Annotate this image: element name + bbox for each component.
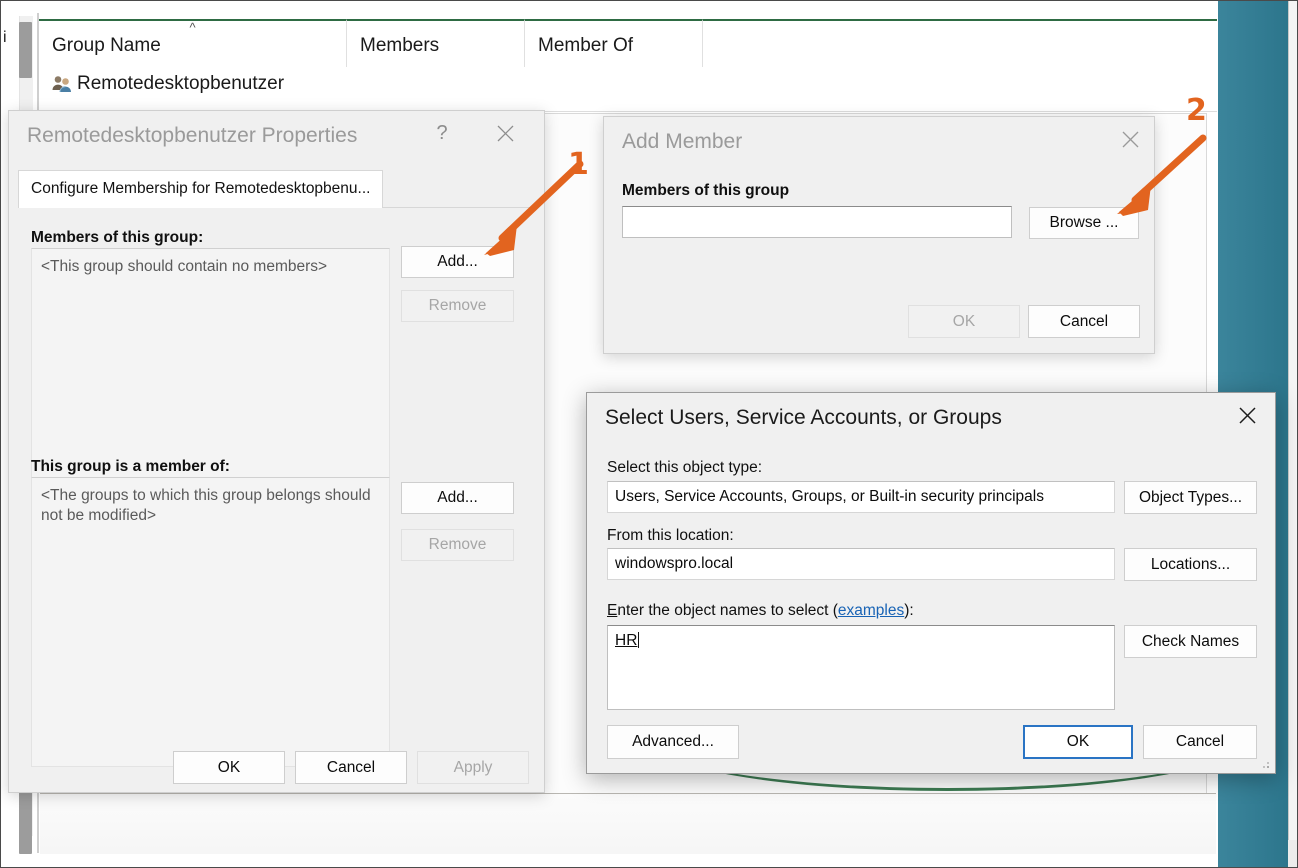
add-member-ok-button: OK — [908, 305, 1020, 338]
help-button[interactable]: ? — [419, 111, 465, 155]
properties-remove-memberof-button: Remove — [401, 529, 514, 561]
object-names-label-text: nter the object names to select ( — [617, 602, 838, 619]
text-caret — [638, 632, 640, 648]
close-icon — [1238, 406, 1256, 424]
object-type-label: Select this object type: — [607, 459, 763, 476]
add-member-dialog: Add Member Members of this group Browse … — [603, 116, 1155, 354]
object-names-input-value: HR — [615, 632, 638, 649]
object-names-label-suffix: ): — [904, 602, 914, 619]
annotation-number-1: 1 — [568, 147, 589, 182]
select-users-close-button[interactable] — [1224, 393, 1270, 437]
select-users-title: Select Users, Service Accounts, or Group… — [605, 406, 1002, 429]
select-users-cancel-button[interactable]: Cancel — [1143, 725, 1257, 759]
resize-grip-icon[interactable] — [1259, 758, 1271, 770]
select-users-dialog: Select Users, Service Accounts, or Group… — [586, 392, 1276, 774]
question-mark-icon: ? — [436, 121, 448, 144]
add-member-cancel-button[interactable]: Cancel — [1028, 305, 1140, 338]
properties-dialog: Remotedesktopbenutzer Properties ? Confi… — [8, 110, 545, 793]
close-icon — [497, 125, 513, 141]
properties-dialog-title: Remotedesktopbenutzer Properties — [27, 124, 358, 147]
properties-tabstrip: Configure Membership for Remotedesktopbe… — [18, 169, 535, 208]
check-names-button[interactable]: Check Names — [1124, 625, 1257, 658]
properties-remove-members-button: Remove — [401, 290, 514, 322]
select-users-ok-button[interactable]: OK — [1023, 725, 1133, 759]
member-of-empty-text: <The groups to which this group belongs … — [41, 487, 371, 524]
location-label: From this location: — [607, 527, 734, 544]
object-types-button[interactable]: Object Types... — [1124, 481, 1257, 514]
member-of-listbox[interactable]: <The groups to which this group belongs … — [31, 477, 390, 767]
object-names-label: Enter the object names to select (exampl… — [607, 602, 914, 620]
properties-dialog-titlebar[interactable]: Remotedesktopbenutzer Properties ? — [9, 111, 544, 163]
add-member-field-label: Members of this group — [622, 182, 790, 199]
properties-close-button[interactable] — [482, 111, 528, 155]
properties-add-members-button[interactable]: Add... — [401, 246, 514, 278]
members-empty-text: <This group should contain no members> — [41, 258, 328, 275]
members-of-group-label: Members of this group: — [31, 229, 204, 246]
locations-button[interactable]: Locations... — [1124, 548, 1257, 581]
examples-link[interactable]: examples — [838, 602, 904, 619]
properties-ok-button[interactable]: OK — [173, 751, 285, 784]
select-users-titlebar[interactable]: Select Users, Service Accounts, or Group… — [587, 393, 1275, 445]
add-member-titlebar[interactable]: Add Member — [604, 117, 1154, 169]
add-member-close-button[interactable] — [1107, 117, 1153, 161]
location-value[interactable]: windowspro.local — [607, 548, 1115, 580]
close-icon — [1122, 131, 1138, 147]
add-member-title: Add Member — [622, 130, 743, 153]
member-of-label: This group is a member of: — [31, 458, 230, 475]
tab-configure-membership[interactable]: Configure Membership for Remotedesktopbe… — [18, 170, 384, 208]
object-type-value[interactable]: Users, Service Accounts, Groups, or Buil… — [607, 481, 1115, 513]
properties-apply-button: Apply — [417, 751, 529, 784]
object-names-input[interactable]: HR — [607, 625, 1115, 710]
screen: i ^ Group Name Members Member Of Remoted… — [0, 0, 1298, 868]
add-member-input[interactable] — [622, 206, 1012, 238]
object-names-label-accesskey: E — [607, 602, 618, 619]
add-member-browse-button[interactable]: Browse ... — [1029, 207, 1139, 239]
properties-add-memberof-button[interactable]: Add... — [401, 482, 514, 514]
annotation-number-2: 2 — [1186, 93, 1207, 128]
properties-cancel-button[interactable]: Cancel — [295, 751, 407, 784]
advanced-button[interactable]: Advanced... — [607, 725, 739, 759]
